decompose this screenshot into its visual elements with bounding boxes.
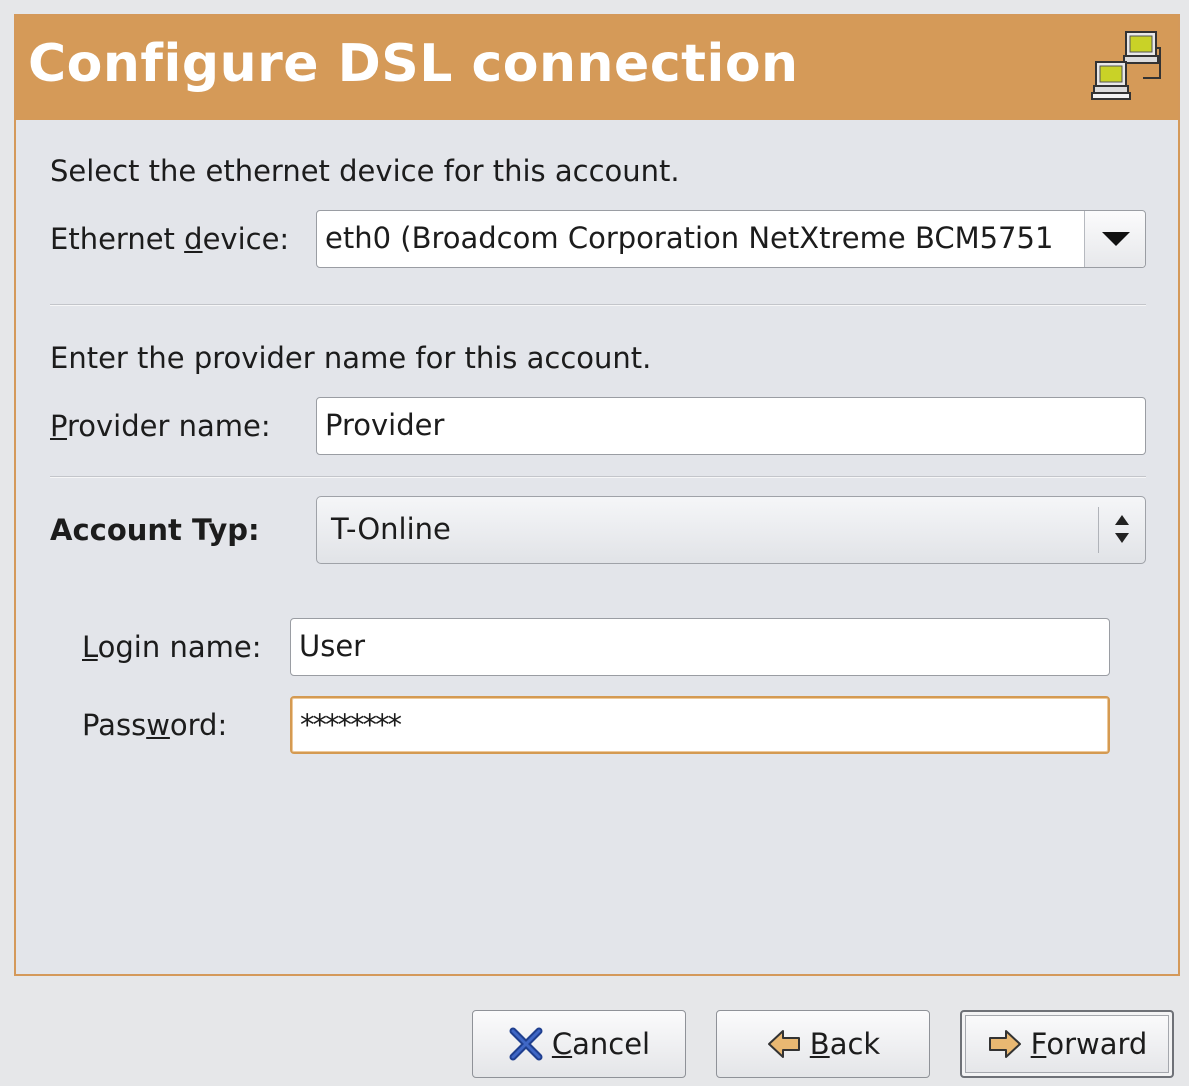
ethernet-label-mnemonic: d (184, 222, 203, 256)
ethernet-instruction: Select the ethernet device for this acco… (50, 154, 680, 188)
back-rest: ack (829, 1027, 881, 1061)
forward-mnemonic: F (1030, 1027, 1047, 1061)
forward-button[interactable]: Forward (960, 1010, 1174, 1078)
up-down-arrows-icon (1115, 515, 1129, 543)
login-label-mnemonic: L (82, 630, 98, 664)
login-name-label: Login name: (82, 630, 261, 664)
provider-name-label: Provider name: (50, 409, 271, 443)
account-type-label: Account Typ: (50, 513, 260, 547)
ethernet-dropdown-button[interactable] (1084, 211, 1145, 267)
separator (50, 304, 1146, 306)
ethernet-label-pre: Ethernet (50, 222, 185, 256)
password-input[interactable]: ******** (290, 696, 1110, 754)
cancel-rest: ancel (572, 1027, 651, 1061)
page-title: Configure DSL connection (28, 34, 799, 94)
provider-label-post: rovider name: (66, 409, 271, 443)
separator (50, 476, 1146, 478)
option-divider (1098, 507, 1099, 553)
password-label-pre: Pass (82, 708, 147, 742)
network-computers-icon (1091, 31, 1161, 100)
forward-rest: orward (1046, 1027, 1148, 1061)
header-banner: Configure DSL connection (16, 16, 1178, 120)
login-label-post: ogin name: (97, 630, 262, 664)
provider-name-input[interactable]: Provider (316, 397, 1146, 455)
ethernet-label-post: evice: (202, 222, 290, 256)
back-arrow-icon (767, 1030, 800, 1058)
forward-arrow-icon (988, 1030, 1021, 1058)
provider-label-mnemonic: P (50, 409, 67, 443)
dropdown-arrow-icon (1102, 232, 1130, 246)
account-type-select[interactable]: T-Online (316, 496, 1146, 564)
cancel-button[interactable]: Cancel (472, 1010, 686, 1078)
password-label-mnemonic: w (146, 708, 170, 742)
cancel-label: Cancel (552, 1027, 650, 1061)
dialog-panel: Configure DSL connection Select the ethe… (14, 14, 1180, 976)
forward-label: Forward (1031, 1027, 1148, 1061)
cancel-mnemonic: C (551, 1027, 573, 1061)
login-name-input[interactable]: User (290, 618, 1110, 676)
close-icon (509, 1027, 543, 1061)
ethernet-device-combo[interactable]: eth0 (Broadcom Corporation NetXtreme BCM… (316, 210, 1146, 268)
password-label-post: ord: (169, 708, 228, 742)
back-mnemonic: B (809, 1027, 830, 1061)
ethernet-device-label: Ethernet device: (50, 222, 289, 256)
back-label: Back (810, 1027, 880, 1061)
provider-instruction: Enter the provider name for this account… (50, 341, 652, 375)
ethernet-device-value[interactable]: eth0 (Broadcom Corporation NetXtreme BCM… (325, 211, 1083, 265)
back-button[interactable]: Back (716, 1010, 930, 1078)
password-label: Password: (82, 708, 227, 742)
account-type-value: T-Online (331, 512, 451, 546)
